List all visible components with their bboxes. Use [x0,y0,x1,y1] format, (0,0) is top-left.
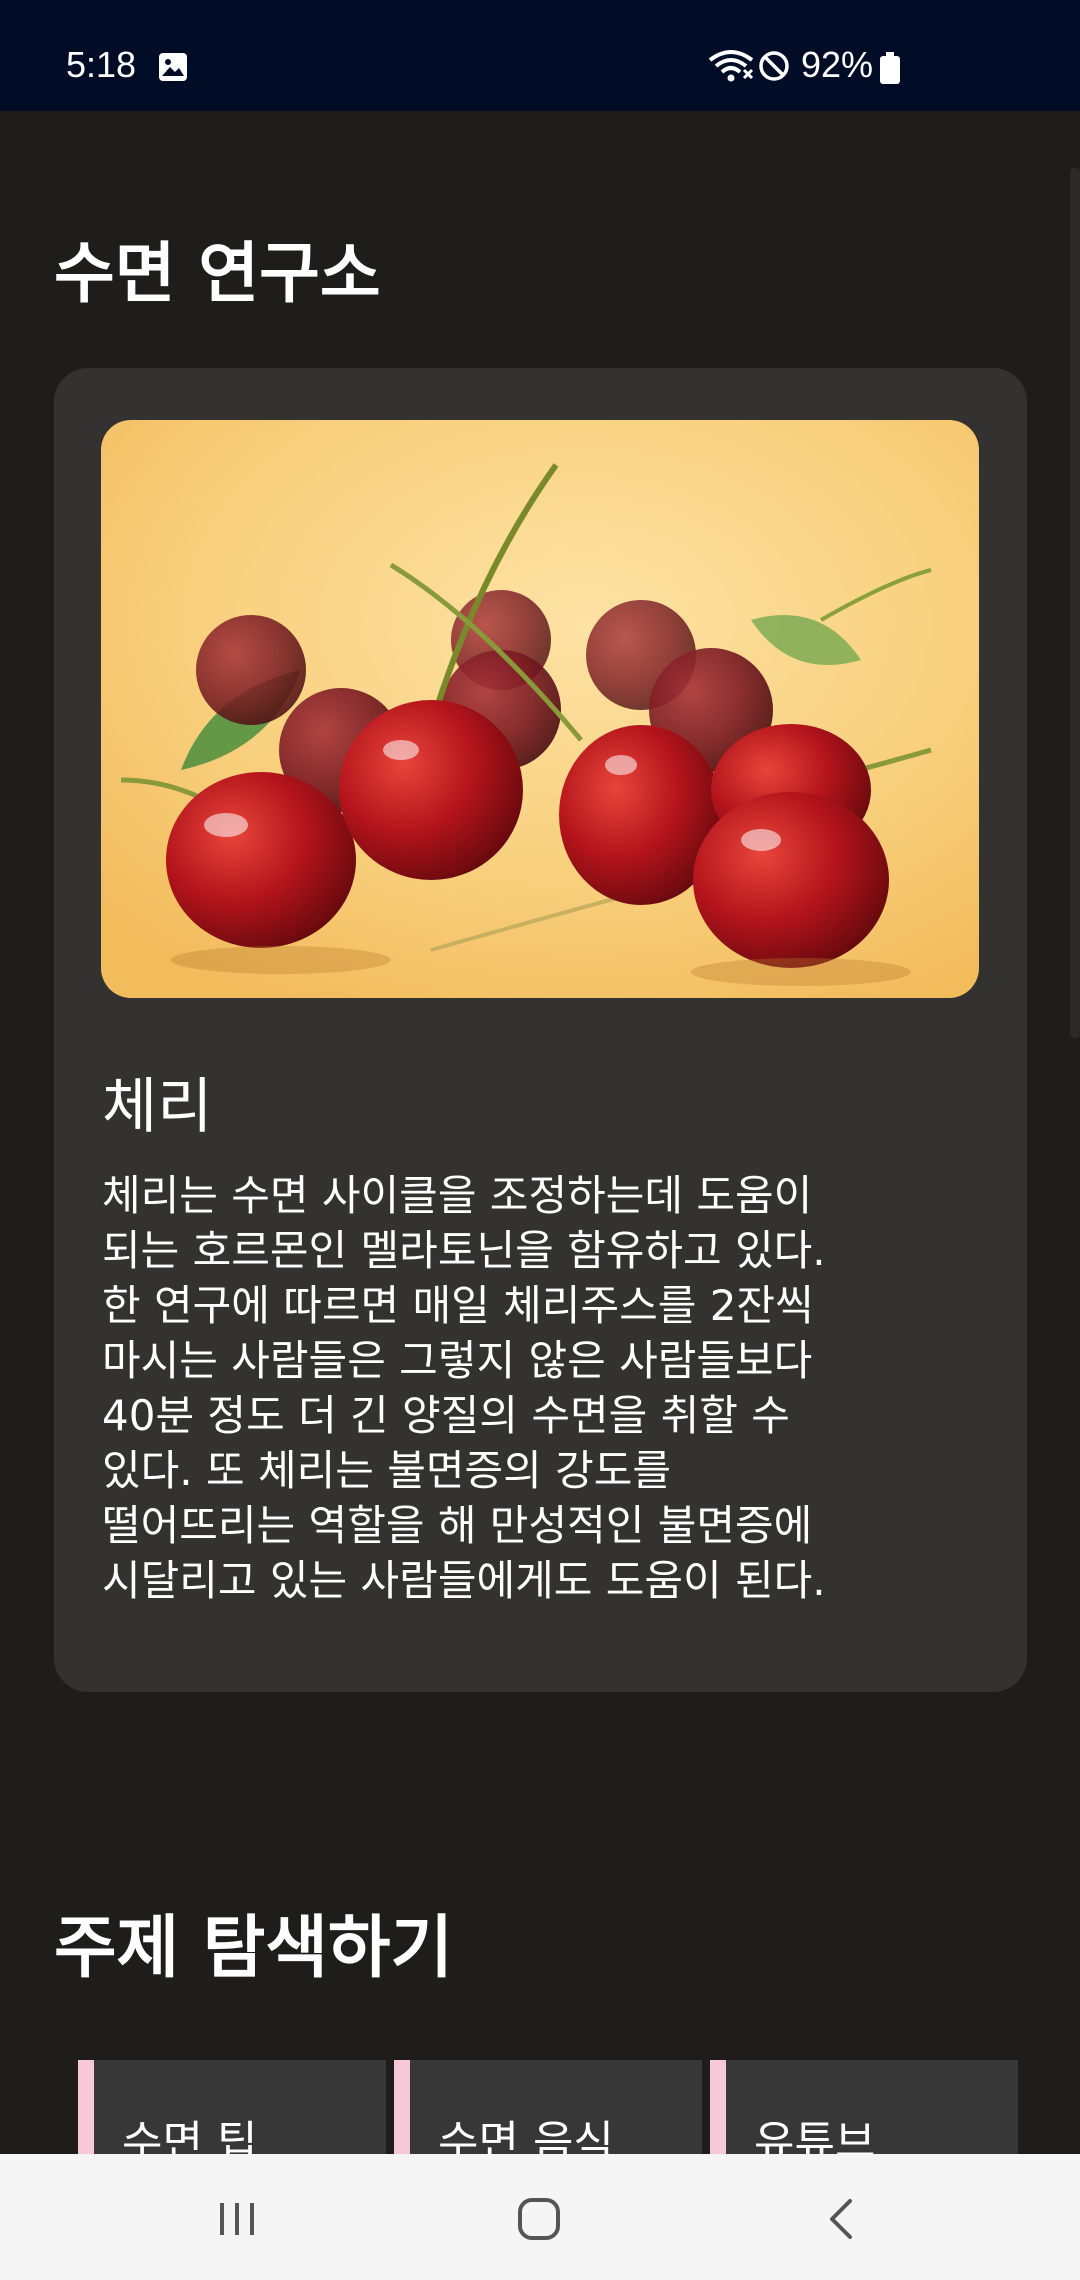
card-title: 체리 [102,1072,213,1142]
do-not-disturb-icon [759,51,789,81]
page-title: 수면 연구소 [54,235,381,312]
recent-apps-icon[interactable] [202,2184,272,2254]
card-body-line: 떨어뜨리는 역할을 해 만성적인 불면증에 [102,1501,813,1550]
battery-icon [880,52,900,84]
food-card[interactable]: 체리 체리는 수면 사이클을 조정하는데 도움이 되는 호르몬인 멜라토닌을 함… [54,368,1027,1692]
card-body-line: 체리는 수면 사이클을 조정하는데 도움이 [102,1171,813,1220]
card-body-line: 시달리고 있는 사람들에게도 도움이 된다. [102,1556,826,1605]
status-bar: 5:18 92% [0,0,1080,111]
home-icon[interactable] [504,2184,574,2254]
cherries-photo [101,420,979,998]
card-body: 체리는 수면 사이클을 조정하는데 도움이 되는 호르몬인 멜라토닌을 함유하고… [102,1168,962,1608]
battery-percentage: 92% [801,44,874,85]
topic-list: 수면 팁 수면 음식 유튜브 [0,2060,1080,2180]
back-icon[interactable] [806,2184,876,2254]
wifi-icon [708,50,754,82]
gallery-icon [159,53,187,81]
card-body-line: 있다. 또 체리는 불면증의 강도를 [102,1446,672,1495]
card-body-line: 마시는 사람들은 그렇지 않은 사람들보다 [102,1336,813,1385]
card-body-line: 되는 호르몬인 멜라토닌을 함유하고 있다. [102,1226,826,1275]
explore-section-title: 주제 탐색하기 [54,1909,454,1988]
navigation-bar [0,2154,1080,2280]
status-time: 5:18 [66,44,137,85]
card-body-line: 40분 정도 더 긴 양질의 수면을 취할 수 [102,1391,790,1440]
scrollbar[interactable] [1070,168,1080,1038]
card-body-line: 한 연구에 따르면 매일 체리주스를 2잔씩 [102,1281,814,1330]
